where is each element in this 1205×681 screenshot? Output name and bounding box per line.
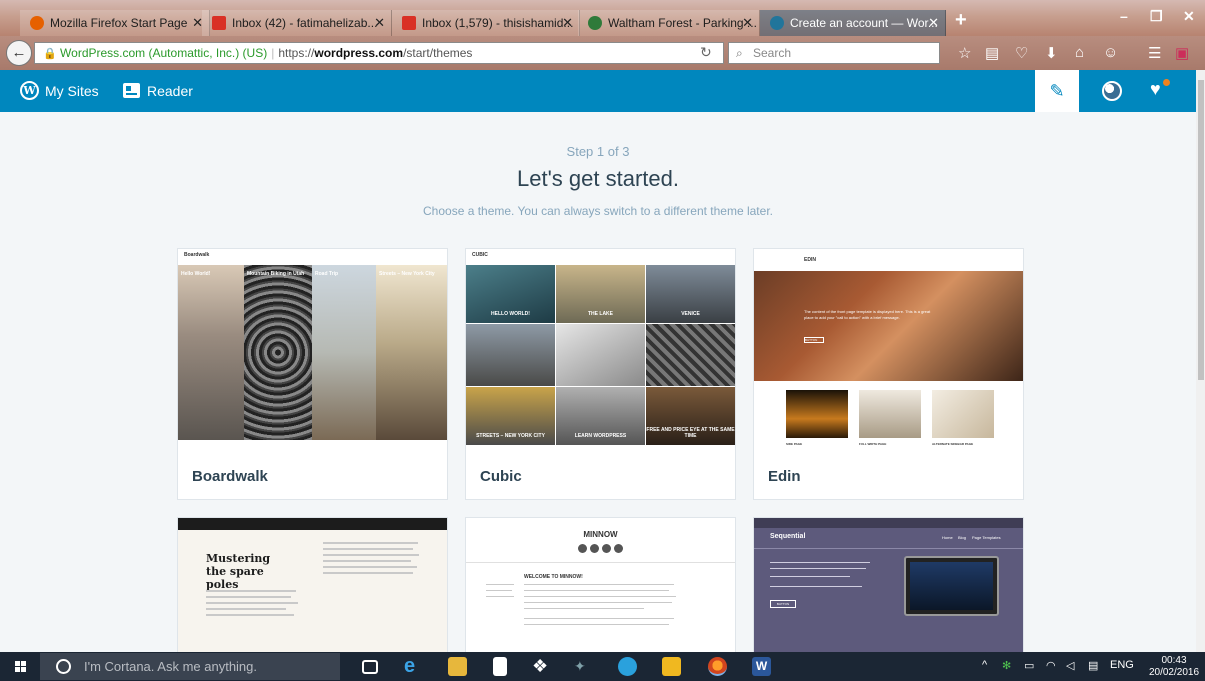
reload-icon[interactable]: ↻ — [700, 44, 712, 61]
theme-card-sequential[interactable]: Sequential Home Blog Page Templates BUTT… — [753, 517, 1024, 657]
back-arrow-icon[interactable]: ← — [6, 40, 32, 66]
wordpress-logo-icon[interactable]: W — [20, 81, 39, 100]
tab-inbox-1[interactable]: Inbox (42) - fatimahelizab... ✕ — [202, 10, 392, 36]
theme-name: Edin — [768, 468, 801, 485]
theme-screenshot: EDIN The content of the front page templ… — [754, 249, 1023, 452]
browser-nav-bar: ← 🔒 WordPress.com (Automattic, Inc.) (US… — [0, 36, 1205, 70]
cortana-icon — [56, 659, 71, 674]
theme-screenshot: Mustering the spare poles — [178, 518, 447, 652]
tab-close-icon[interactable]: ✕ — [742, 10, 753, 36]
browser-tab-strip: Mozilla Firefox Start Page ✕ Inbox (42) … — [0, 0, 1205, 36]
tray-app-icon[interactable]: ✻ — [1002, 659, 1011, 672]
restore-icon[interactable]: ❐ — [1150, 8, 1163, 25]
theme-card-boardwalk[interactable]: Boardwalk Hello World! Mountain Biking i… — [177, 248, 448, 500]
show-hidden-icons-chevron[interactable]: ^ — [982, 659, 987, 671]
address-bar[interactable]: 🔒 WordPress.com (Automattic, Inc.) (US) |… — [34, 42, 724, 64]
theme-screenshot: MINNOW WELCOME TO MINNOW! — [466, 518, 735, 652]
minimize-icon[interactable]: – — [1120, 8, 1128, 24]
bookmarks-list-icon[interactable]: ▤ — [985, 44, 999, 62]
notifications-bell-icon[interactable]: ♥ — [1150, 79, 1161, 100]
wordpress-masterbar: W My Sites Reader ✎ ♥ — [0, 70, 1196, 112]
close-window-icon[interactable]: ✕ — [1183, 8, 1195, 25]
theme-card-cubic[interactable]: CUBIC HELLO WORLD! THE LAKE VENICE STREE… — [465, 248, 736, 500]
app-icon[interactable] — [662, 657, 681, 676]
cortana-search-box[interactable]: I'm Cortana. Ask me anything. — [40, 653, 340, 680]
pocket-icon[interactable]: ♡ — [1015, 44, 1028, 62]
language-indicator[interactable]: ENG — [1110, 659, 1134, 671]
council-icon — [588, 16, 602, 30]
extension-icon[interactable]: ▣ — [1175, 44, 1189, 62]
page-scrollbar-thumb[interactable] — [1198, 80, 1204, 380]
windows-taskbar: I'm Cortana. Ask me anything. e ❖ ✦ W ^ … — [0, 652, 1205, 681]
tab-inbox-2[interactable]: Inbox (1,579) - thisishamid... ✕ — [392, 10, 580, 36]
word-icon[interactable]: W — [752, 657, 771, 676]
tab-close-icon[interactable]: ✕ — [374, 10, 385, 36]
gmail-icon — [212, 16, 226, 30]
my-sites-link[interactable]: My Sites — [45, 70, 99, 112]
menu-icon[interactable]: ☰ — [1148, 44, 1161, 62]
new-tab-icon[interactable]: + — [955, 9, 967, 32]
file-explorer-icon[interactable] — [448, 657, 467, 676]
windows-start-icon[interactable] — [15, 661, 27, 673]
theme-card-dara[interactable]: Mustering the spare poles — [177, 517, 448, 657]
firefox-icon[interactable] — [708, 657, 727, 676]
avatar[interactable] — [1102, 81, 1122, 101]
gmail-icon — [402, 16, 416, 30]
wordpress-icon — [770, 16, 784, 30]
tab-create-account[interactable]: Create an account — Wor... ✕ — [760, 10, 946, 36]
theme-screenshot: CUBIC HELLO WORLD! THE LAKE VENICE STREE… — [466, 249, 735, 452]
home-icon[interactable]: ⌂ — [1075, 44, 1084, 61]
reader-icon[interactable] — [123, 83, 140, 98]
telegram-icon[interactable] — [618, 657, 637, 676]
tab-waltham-forest[interactable]: Waltham Forest - Parking ... ✕ — [578, 10, 760, 36]
notification-indicator — [1163, 79, 1170, 86]
task-view-icon[interactable] — [362, 660, 378, 674]
chat-icon[interactable]: ☺ — [1103, 44, 1118, 61]
app-icon[interactable]: ✦ — [574, 657, 593, 676]
theme-screenshot: Boardwalk Hello World! Mountain Biking i… — [178, 249, 447, 452]
wifi-icon[interactable]: ◠ — [1046, 659, 1056, 672]
search-icon: ⌕ — [736, 46, 743, 60]
search-input[interactable]: ⌕ Search — [728, 42, 940, 64]
edge-icon[interactable]: e — [404, 656, 423, 676]
tab-firefox-start[interactable]: Mozilla Firefox Start Page ✕ — [20, 10, 210, 36]
theme-name: Cubic — [480, 468, 522, 485]
write-post-button[interactable]: ✎ — [1035, 70, 1079, 112]
store-icon[interactable] — [493, 657, 507, 676]
page-subtitle: Choose a theme. You can always switch to… — [423, 204, 773, 218]
tab-close-icon[interactable]: ✕ — [562, 10, 573, 36]
tab-close-icon[interactable]: ✕ — [928, 10, 939, 36]
page-title: Let's get started. — [517, 166, 679, 191]
pencil-icon: ✎ — [1049, 81, 1065, 101]
dropbox-icon[interactable]: ❖ — [532, 657, 551, 676]
volume-icon[interactable]: ◁ — [1066, 659, 1074, 672]
system-clock[interactable]: 00:43 20/02/2016 — [1148, 655, 1200, 679]
battery-icon[interactable]: ▭ — [1024, 659, 1034, 672]
theme-card-edin[interactable]: EDIN The content of the front page templ… — [753, 248, 1024, 500]
step-indicator: Step 1 of 3 — [566, 144, 630, 159]
action-center-icon[interactable]: ▤ — [1088, 659, 1098, 672]
reader-link[interactable]: Reader — [147, 70, 193, 112]
firefox-icon — [30, 16, 44, 30]
theme-card-minnow[interactable]: MINNOW WELCOME TO MINNOW! — [465, 517, 736, 657]
bookmark-star-icon[interactable]: ☆ — [958, 44, 971, 62]
theme-screenshot: Sequential Home Blog Page Templates BUTT… — [754, 518, 1023, 652]
download-icon[interactable]: ⬇ — [1045, 44, 1058, 62]
lock-icon: 🔒 — [43, 48, 57, 60]
theme-name: Boardwalk — [192, 468, 268, 485]
